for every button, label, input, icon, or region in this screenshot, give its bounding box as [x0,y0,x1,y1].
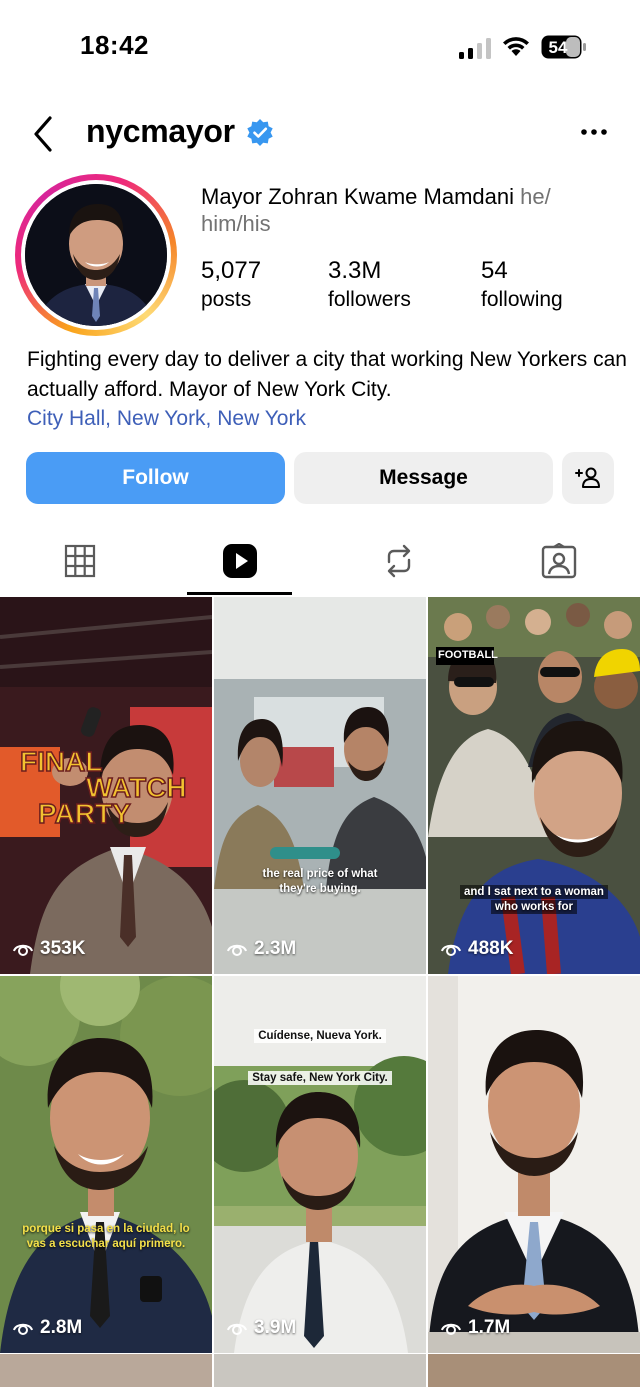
view-count-text: 2.3M [254,938,297,959]
view-count: 2.8M [12,1317,82,1339]
cellular-signal-icon [459,38,491,59]
reel-tile[interactable]: FINAL WATCH PARTY 353K [0,597,212,974]
wifi-icon [503,37,529,56]
views-eye-icon [13,1323,33,1335]
follow-button[interactable]: Follow [26,452,285,504]
profile-full-name: Mayor Zohran Kwame Mamdani he/ him/his [201,183,611,237]
view-count-text: 2.8M [40,1317,83,1338]
caption-line-2: they're buying. [279,883,361,895]
view-count-text: 353K [40,938,86,959]
stat-posts-value: 5,077 [201,257,262,284]
active-tab-indicator [187,592,292,595]
caption-line-1: Cuídense, Nueva York. [254,1029,386,1043]
stat-following-label: following [481,288,563,311]
view-count: 3.9M [226,1317,296,1339]
reels-icon [223,544,257,578]
view-count-text: 1.7M [468,1317,511,1338]
caption-line-1: porque si pasa en la ciudad, lo [22,1223,190,1235]
reel-caption: porque si pasa en la ciudad, lo vas a es… [0,1222,212,1252]
battery-level: 54 [549,38,568,57]
profile-header: nycmayor [0,104,640,164]
reel-tile[interactable]: porque si pasa en la ciudad, lo vas a es… [0,976,212,1353]
stat-followers[interactable]: 3.3M followers [328,256,411,313]
views-eye-icon [441,944,461,956]
reel-thumbnail [214,597,426,974]
caption-line-2: vas a escuchar aquí primero. [26,1238,186,1250]
caption-line-1: the real price of what [262,868,378,880]
reel-tile-partial[interactable] [0,1354,212,1387]
verified-badge-icon [247,119,273,146]
status-time: 18:42 [80,30,149,60]
profile-tabs [0,525,640,597]
location-link[interactable]: City Hall, New York, New York [27,404,627,434]
reel-thumbnail [428,976,640,1353]
reel-thumbnail [0,976,212,1353]
bio-text: Fighting every day to deliver a city tha… [27,348,627,401]
caption-line-1: and I sat next to a woman [460,885,608,899]
football-badge: FOOTBALL [438,649,498,661]
view-count-text: 3.9M [254,1317,297,1338]
views-eye-icon [441,1323,461,1335]
add-person-icon [575,467,600,488]
reel-caption: and I sat next to a woman who works for [428,885,640,915]
tab-posts-grid[interactable] [27,525,133,597]
caption-line-2: who works for [491,900,577,914]
views-eye-icon [227,1323,247,1335]
back-arrow-icon[interactable] [28,112,62,156]
status-bar: 18:42 54 [0,0,640,96]
reel-tile[interactable]: Cuídense, Nueva York. Stay safe, New Yor… [214,976,426,1353]
stat-posts[interactable]: 5,077 posts [201,256,261,313]
view-count: 488K [440,938,513,960]
profile-avatar[interactable] [25,184,167,326]
tagged-icon [541,543,577,579]
final-watch-party-graphic: FINAL WATCH PARTY [19,745,187,830]
repost-icon [387,544,411,578]
view-count: 353K [12,938,85,960]
battery-icon: 54 [541,35,587,59]
tab-tagged[interactable] [506,525,612,597]
tab-reels[interactable] [187,525,293,597]
stat-followers-label: followers [328,288,411,311]
caption-line-2: Stay safe, New York City. [248,1071,392,1085]
view-count: 1.7M [440,1317,510,1339]
overlay-word-3: PARTY [38,798,131,829]
profile-avatar-story-ring[interactable] [15,174,177,336]
view-count: 2.3M [226,938,296,960]
reel-tile[interactable]: FOOTBALL and I sat next to a woman who w… [428,597,640,974]
views-eye-icon [13,944,33,956]
reels-grid: FINAL WATCH PARTY 353K the real price of… [0,597,640,1387]
stat-following[interactable]: 54 following [481,256,563,313]
stat-posts-label: posts [201,288,252,311]
reel-caption: the real price of what they're buying. [214,867,426,897]
reel-caption-secondary: Stay safe, New York City. [214,1071,426,1086]
full-name-text: Mayor Zohran Kwame Mamdani [201,184,515,209]
more-options-icon[interactable] [578,118,610,146]
stat-following-value: 54 [481,257,508,284]
profile-username: nycmayor [86,113,235,149]
views-eye-icon [227,944,247,956]
suggested-accounts-button[interactable] [562,452,614,504]
message-button[interactable]: Message [294,452,553,504]
tab-reposts[interactable] [346,525,452,597]
profile-bio: Fighting every day to deliver a city tha… [27,345,627,434]
reel-tile[interactable]: the real price of what they're buying. 2… [214,597,426,974]
reel-caption: Cuídense, Nueva York. [214,1029,426,1044]
stat-followers-value: 3.3M [328,257,382,284]
view-count-text: 488K [468,938,514,959]
reel-tile[interactable]: 1.7M [428,976,640,1353]
grid-icon [64,544,96,578]
reel-tile-partial[interactable] [428,1354,640,1387]
reel-tile-partial[interactable] [214,1354,426,1387]
